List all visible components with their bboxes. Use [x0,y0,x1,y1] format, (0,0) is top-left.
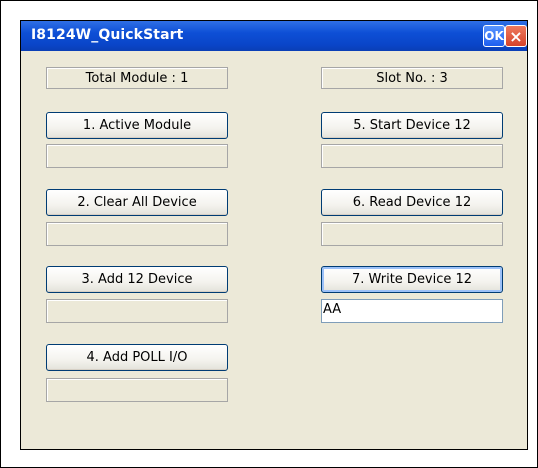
title-bar[interactable]: I8124W_QuickStart OK × [21,21,527,51]
active-module-result [46,144,228,168]
add-12-device-result [46,299,228,323]
slot-no-label: Slot No. : 3 [321,67,503,89]
ok-button[interactable]: OK [483,25,505,47]
write-value-input[interactable]: AA [321,299,503,323]
clear-all-device-button[interactable]: 2. Clear All Device [46,189,228,216]
add-poll-io-button[interactable]: 4. Add POLL I/O [46,344,228,371]
window-title: I8124W_QuickStart [31,27,184,43]
clear-all-device-result [46,222,228,246]
add-12-device-button[interactable]: 3. Add 12 Device [46,266,228,293]
add-poll-io-result [46,378,228,402]
write-device-12-button[interactable]: 7. Write Device 12 [321,266,503,293]
read-device-12-result [321,222,503,246]
start-device-12-result [321,144,503,168]
total-module-label: Total Module : 1 [46,67,228,89]
close-button[interactable]: × [505,25,527,47]
active-module-button[interactable]: 1. Active Module [46,112,228,139]
read-device-12-button[interactable]: 6. Read Device 12 [321,189,503,216]
quickstart-window: I8124W_QuickStart OK × Total Module : 1 … [20,20,528,450]
start-device-12-button[interactable]: 5. Start Device 12 [321,112,503,139]
